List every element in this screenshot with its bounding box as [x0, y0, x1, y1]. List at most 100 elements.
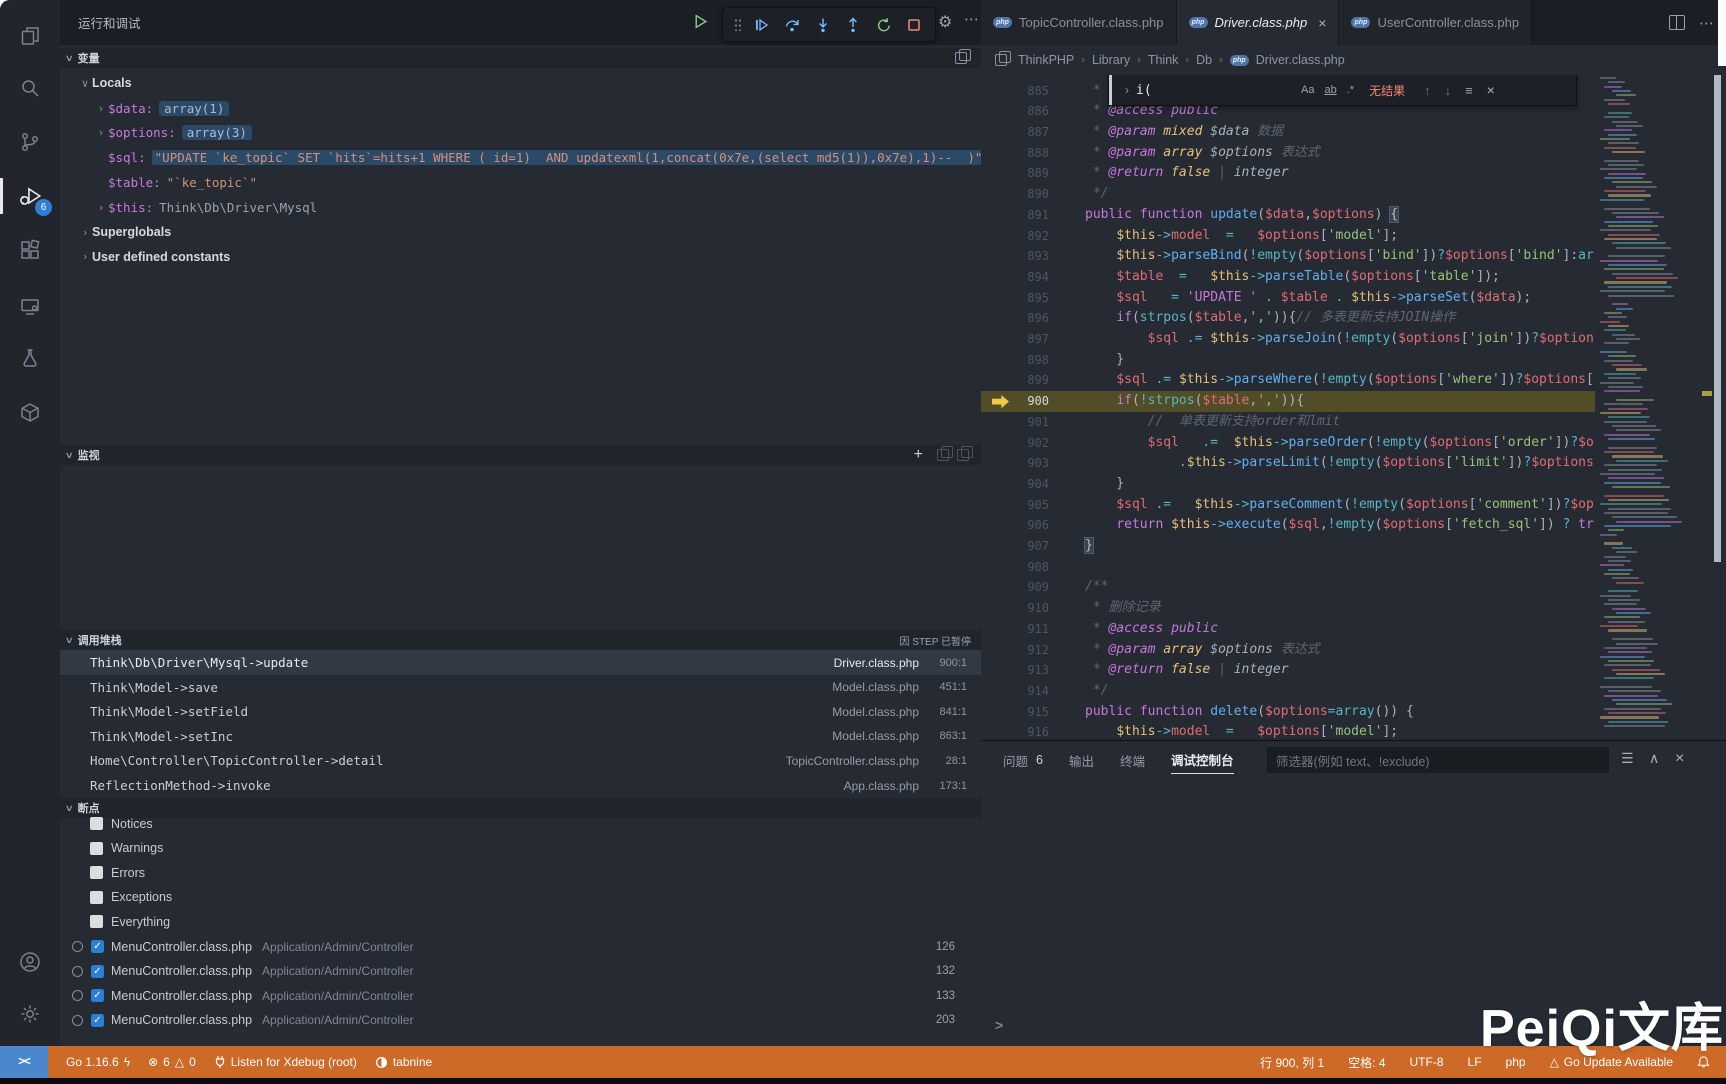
breakpoint-entry[interactable]: ✓MenuController.class.phpApplication/Adm…: [60, 983, 981, 1008]
breakpoint-filter-exceptions[interactable]: Exceptions: [60, 885, 981, 910]
step-out-icon[interactable]: [843, 15, 863, 35]
code-line[interactable]: 896 if(strpos($table,',')){// 多表更新支持JOIN…: [981, 308, 1595, 329]
tab-driver-active[interactable]: php Driver.class.php ×: [1177, 0, 1340, 45]
continue-icon[interactable]: [751, 15, 771, 35]
code-line[interactable]: 898 }: [981, 350, 1595, 371]
code-line[interactable]: 893 $this->parseBind(!empty($options['bi…: [981, 246, 1595, 267]
checkbox-checked[interactable]: ✓: [91, 989, 104, 1002]
code-line[interactable]: 897 $sql .= $this->parseJoin(!empty($opt…: [981, 329, 1595, 350]
test-icon[interactable]: [0, 334, 60, 382]
breakpoint-entry[interactable]: ✓MenuController.class.phpApplication/Adm…: [60, 934, 981, 959]
code-line[interactable]: 890 */: [981, 184, 1595, 205]
stack-frame[interactable]: ReflectionMethod->invokeApp.class.php173…: [60, 773, 981, 798]
breadcrumb-item[interactable]: ThinkPHP: [1018, 53, 1074, 67]
code-line[interactable]: 894 $table = $this->parseTable($options[…: [981, 267, 1595, 288]
more-actions-icon[interactable]: ⋯: [1699, 14, 1714, 32]
start-debug-icon[interactable]: [690, 11, 710, 31]
debug-console-filter-input[interactable]: 筛选器(例如 text、!exclude): [1267, 747, 1609, 773]
code-line[interactable]: 904 }: [981, 474, 1595, 495]
checkbox-checked[interactable]: ✓: [91, 1014, 104, 1027]
code-line[interactable]: 914 */: [981, 681, 1595, 702]
code-line[interactable]: 909/**: [981, 577, 1595, 598]
open-panel-icon[interactable]: [955, 52, 967, 64]
indentation-item[interactable]: 空格: 4: [1348, 1054, 1385, 1071]
source-control-icon[interactable]: [0, 118, 60, 166]
variables-scope-superglobals[interactable]: ›Superglobals: [60, 220, 981, 245]
find-input[interactable]: i(: [1136, 83, 1296, 98]
tab-terminal[interactable]: 终端: [1120, 747, 1145, 774]
variable-row[interactable]: $sql:"UPDATE `ke_topic` SET `hits`=hits+…: [60, 145, 981, 170]
variable-row[interactable]: ›$options:array(3): [60, 120, 981, 145]
checkbox[interactable]: [90, 817, 103, 830]
drag-grip-icon[interactable]: [734, 18, 741, 31]
checkbox[interactable]: [90, 866, 103, 879]
cursor-position-item[interactable]: 行 900, 列 1: [1260, 1054, 1324, 1071]
find-resize-sash[interactable]: [1109, 75, 1112, 105]
breadcrumb-item[interactable]: Library: [1092, 53, 1130, 67]
match-case-icon[interactable]: Aa: [1301, 84, 1314, 96]
search-icon[interactable]: [0, 64, 60, 112]
breadcrumb-item[interactable]: Db: [1196, 53, 1212, 67]
tab-debug-console[interactable]: 调试控制台: [1171, 746, 1234, 774]
code-line[interactable]: 891public function update($data,$options…: [981, 205, 1595, 226]
variable-row[interactable]: $table:"`ke_topic`": [60, 170, 981, 195]
code-line[interactable]: 911 * @access public: [981, 619, 1595, 640]
debug-more-actions-icon[interactable]: ⋯: [964, 10, 979, 28]
code-line[interactable]: 913 * @return false | integer: [981, 660, 1595, 681]
code-line[interactable]: 903 .$this->parseLimit(!empty($options['…: [981, 453, 1595, 474]
variable-row[interactable]: ›$this:Think\Db\Driver\Mysql: [60, 195, 981, 220]
remote-indicator[interactable]: ><: [0, 1046, 48, 1078]
find-previous-icon[interactable]: ↑: [1424, 83, 1431, 98]
breakpoint-filter-warnings[interactable]: Warnings: [60, 836, 981, 861]
stop-icon[interactable]: [904, 15, 924, 35]
tabnine-item[interactable]: tabnine: [375, 1055, 432, 1069]
go-version-item[interactable]: Go 1.16.6ϟ: [66, 1055, 130, 1069]
code-line[interactable]: 908: [981, 557, 1595, 578]
code-line[interactable]: 901 // 单表更新支持order和lmit: [981, 412, 1595, 433]
debug-settings-gear-icon[interactable]: ⚙: [938, 12, 952, 32]
breakpoint-filter-errors[interactable]: Errors: [60, 860, 981, 885]
toggle-replace-icon[interactable]: ›: [1125, 83, 1129, 97]
restart-icon[interactable]: [874, 15, 894, 35]
add-watch-icon[interactable]: +: [914, 446, 923, 464]
variables-scope-constants[interactable]: ›User defined constants: [60, 244, 981, 269]
code-line[interactable]: 916 $this->model = $options['model'];: [981, 722, 1595, 740]
settings-gear-icon[interactable]: [0, 990, 60, 1038]
whole-word-icon[interactable]: ab: [1324, 84, 1336, 96]
run-debug-icon[interactable]: 6: [0, 172, 60, 220]
encoding-item[interactable]: UTF-8: [1410, 1055, 1444, 1069]
code-line[interactable]: 915public function delete($options=array…: [981, 702, 1595, 723]
step-over-icon[interactable]: [782, 15, 802, 35]
close-tab-icon[interactable]: ×: [1318, 15, 1326, 31]
code-line[interactable]: 899 $sql .= $this->parseWhere(!empty($op…: [981, 370, 1595, 391]
breadcrumb-item[interactable]: Think: [1148, 53, 1179, 67]
code-line[interactable]: 912 * @param array $options 表达式: [981, 640, 1595, 661]
filter-icon[interactable]: ☰: [1621, 750, 1634, 767]
tab-problems[interactable]: 问题6: [1003, 747, 1043, 774]
minimap[interactable]: [1595, 75, 1700, 740]
code-line[interactable]: 895 $sql = 'UPDATE ' . $table . $this->p…: [981, 288, 1595, 309]
stack-frame[interactable]: Think\Db\Driver\Mysql->updateDriver.clas…: [60, 650, 981, 675]
code-line[interactable]: 907}: [981, 536, 1595, 557]
stack-frame[interactable]: Think\Model->setIncModel.class.php863:1: [60, 724, 981, 749]
close-panel-icon[interactable]: ×: [1675, 750, 1684, 768]
stack-frame[interactable]: Think\Model->saveModel.class.php451:1: [60, 675, 981, 700]
checkbox-checked[interactable]: ✓: [91, 940, 104, 953]
watch-section-header[interactable]: ∨ 监视 +: [60, 445, 981, 465]
breakpoint-entry[interactable]: ✓MenuController.class.phpApplication/Adm…: [60, 1008, 981, 1033]
overview-ruler[interactable]: [1700, 75, 1726, 740]
checkbox[interactable]: [90, 891, 103, 904]
checkbox[interactable]: [90, 915, 103, 928]
breadcrumb-item[interactable]: Driver.class.php: [1256, 53, 1345, 67]
problems-item[interactable]: ⊗6 △0: [148, 1055, 196, 1069]
stack-frame[interactable]: Home\Controller\TopicController->detailT…: [60, 748, 981, 773]
code-line[interactable]: 902 $sql .= $this->parseOrder(!empty($op…: [981, 433, 1595, 454]
regex-icon[interactable]: .*: [1347, 84, 1354, 96]
code-line[interactable]: 887 * @param mixed $data 数据: [981, 122, 1595, 143]
variable-row[interactable]: ›$data:array(1): [60, 96, 981, 121]
breakpoint-filter-everything[interactable]: Everything: [60, 909, 981, 934]
find-in-selection-icon[interactable]: ≡: [1465, 83, 1473, 98]
code-line[interactable]: 889 * @return false | integer: [981, 163, 1595, 184]
remove-all-watch-icon[interactable]: [937, 449, 949, 461]
scrollbar-thumb[interactable]: [1714, 75, 1721, 562]
